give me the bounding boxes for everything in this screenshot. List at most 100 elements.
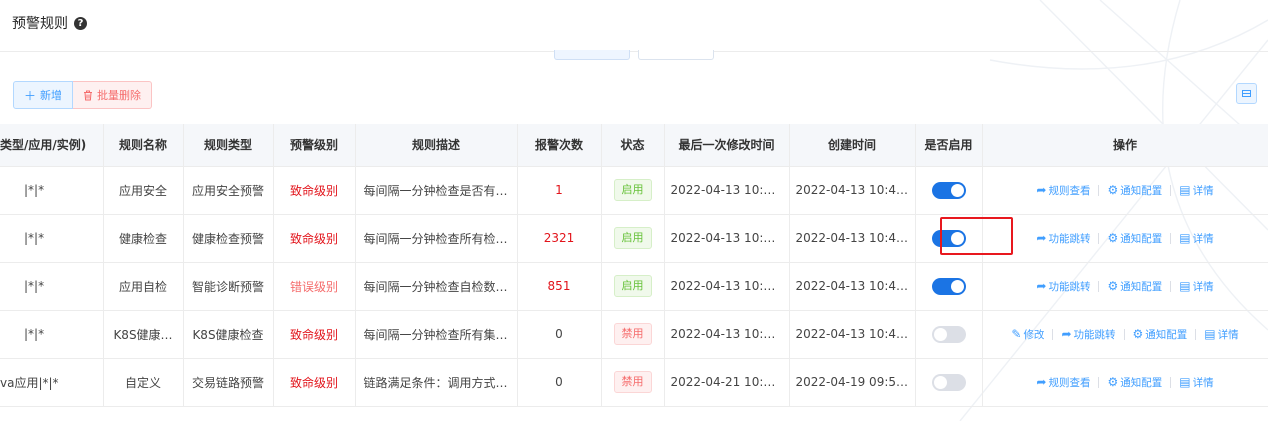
enabled-cell: [915, 358, 983, 407]
table-header-row: 类型/应用/实例) 规则名称 规则类型 预警级别 规则描述 报警次数 状态 最后…: [0, 124, 1268, 167]
action-link[interactable]: ▤ 详情: [1179, 231, 1213, 246]
alert-count-cell: 1: [517, 166, 602, 215]
actions-cell: ➦ 功能跳转 ⚙ 通知配置 ▤ 详情: [981, 214, 1268, 263]
action-link[interactable]: ➦ 功能跳转: [1061, 327, 1115, 342]
column-header-alert-level[interactable]: 预警级别: [273, 124, 356, 167]
action-link-label: 详情: [1192, 376, 1214, 389]
column-header-rule-type[interactable]: 规则类型: [183, 124, 274, 167]
action-divider: [1098, 232, 1100, 244]
document-icon: ▤: [1179, 375, 1191, 389]
action-link[interactable]: ⚙ 通知配置: [1107, 279, 1162, 294]
last-modified-cell: 2022-04-13 10:46…: [664, 214, 790, 263]
last-modified-cell: 2022-04-13 10:46…: [664, 166, 790, 215]
action-link[interactable]: ➦ 规则查看: [1036, 375, 1090, 390]
status-cell: 启用: [601, 262, 665, 311]
action-divider: [1195, 328, 1197, 340]
enable-toggle[interactable]: [931, 229, 966, 247]
action-divider: [1098, 376, 1100, 388]
scope-cell: |*|*: [0, 214, 104, 263]
description-cell: 每间隔一分钟检查所有检…: [355, 214, 518, 263]
share-icon: ➦: [1036, 183, 1047, 197]
hidden-tab-active[interactable]: [554, 50, 630, 60]
action-divider: [1098, 184, 1100, 196]
enable-toggle[interactable]: [931, 373, 966, 391]
action-link[interactable]: ▤ 详情: [1204, 327, 1238, 342]
action-link-label: 规则查看: [1048, 376, 1091, 389]
add-button[interactable]: ＋ 新增: [13, 81, 74, 109]
column-header-alert-count[interactable]: 报警次数: [517, 124, 602, 167]
alert-level-cell: 致命级别: [273, 358, 356, 407]
action-links: ✎ 修改 ➦ 功能跳转 ⚙ 通知配置 ▤ 详情: [989, 327, 1262, 342]
action-link-label: 详情: [1192, 280, 1214, 293]
gear-icon: ⚙: [1107, 375, 1119, 389]
rule-type-cell: K8S健康检查: [183, 310, 274, 359]
description-cell: 每间隔一分钟检查是否有…: [355, 166, 518, 215]
action-link[interactable]: ➦ 功能跳转: [1036, 279, 1090, 294]
column-header-scope[interactable]: 类型/应用/实例): [0, 124, 104, 167]
action-link[interactable]: ⚙ 通知配置: [1107, 375, 1162, 390]
enable-toggle[interactable]: [931, 277, 966, 295]
action-divider: [1170, 232, 1172, 244]
table-row: |*|* 应用安全 应用安全预警 致命级别 每间隔一分钟检查是否有… 1 启用 2022-04…: [0, 166, 1268, 215]
column-header-created[interactable]: 创建时间: [789, 124, 916, 167]
page-title: 预警规则 ?: [12, 13, 87, 33]
status-cell: 启用: [601, 166, 665, 215]
action-links: ➦ 功能跳转 ⚙ 通知配置 ▤ 详情: [989, 231, 1262, 246]
action-link-label: 修改: [1023, 328, 1045, 341]
document-icon: ▤: [1179, 279, 1191, 293]
page-title-text: 预警规则: [12, 16, 68, 32]
page: 预警规则 ? ＋ 新增 批量删除 类型/应用/实例) 规则名称 规则类型 预警级…: [0, 0, 1268, 421]
scope-cell: |*|*: [0, 310, 104, 359]
column-header-last-modified[interactable]: 最后一次修改时间: [664, 124, 790, 167]
alert-count-cell: 0: [517, 358, 602, 407]
document-icon: ▤: [1179, 231, 1191, 245]
enabled-cell: [915, 214, 983, 263]
action-links: ➦ 规则查看 ⚙ 通知配置 ▤ 详情: [989, 375, 1262, 390]
gear-icon: ⚙: [1107, 279, 1119, 293]
action-link-label: 通知配置: [1120, 184, 1163, 197]
action-link[interactable]: ▤ 详情: [1179, 183, 1213, 198]
action-link[interactable]: ▤ 详情: [1179, 279, 1213, 294]
action-link-label: 通知配置: [1120, 376, 1163, 389]
description-cell: 链路满足条件：调用方式…: [355, 358, 518, 407]
batch-delete-button-label: 批量删除: [97, 89, 142, 102]
alert-level-cell: 致命级别: [273, 310, 356, 359]
alert-rules-table: 类型/应用/实例) 规则名称 规则类型 预警级别 规则描述 报警次数 状态 最后…: [0, 124, 1268, 407]
action-link[interactable]: ➦ 规则查看: [1036, 183, 1090, 198]
action-divider: [1098, 280, 1100, 292]
share-icon: ➦: [1036, 231, 1047, 245]
action-link[interactable]: ➦ 功能跳转: [1036, 231, 1090, 246]
gear-icon: ⚙: [1132, 327, 1144, 341]
enable-toggle[interactable]: [931, 325, 966, 343]
gear-icon: ⚙: [1107, 183, 1119, 197]
action-link-label: 详情: [1192, 184, 1214, 197]
action-link[interactable]: ⚙ 通知配置: [1133, 327, 1188, 342]
created-cell: 2022-04-13 10:46…: [789, 166, 916, 215]
hidden-tab[interactable]: [638, 50, 714, 60]
column-header-rule-name[interactable]: 规则名称: [103, 124, 184, 167]
table-row: |*|* 健康检查 健康检查预警 致命级别 每间隔一分钟检查所有检… 2321 启用 2022…: [0, 214, 1268, 263]
document-icon: ▤: [1179, 183, 1191, 197]
column-settings-button[interactable]: [1236, 83, 1257, 104]
table-columns-icon: [1242, 90, 1251, 97]
action-links: ➦ 规则查看 ⚙ 通知配置 ▤ 详情: [989, 183, 1262, 198]
column-header-description[interactable]: 规则描述: [355, 124, 518, 167]
action-link[interactable]: ▤ 详情: [1179, 375, 1213, 390]
enable-toggle[interactable]: [931, 181, 966, 199]
last-modified-cell: 2022-04-21 10:52…: [664, 358, 790, 407]
page-header: 预警规则 ?: [0, 0, 1268, 52]
actions-cell: ➦ 功能跳转 ⚙ 通知配置 ▤ 详情: [981, 262, 1268, 311]
table-row: va应用|*|* 自定义 交易链路预警 致命级别 链路满足条件：调用方式… 0 禁用 2022…: [0, 358, 1268, 407]
batch-delete-button[interactable]: 批量删除: [73, 81, 153, 109]
action-link[interactable]: ⚙ 通知配置: [1107, 183, 1162, 198]
action-link[interactable]: ⚙ 通知配置: [1107, 231, 1162, 246]
action-link-label: 规则查看: [1048, 184, 1091, 197]
rule-name-cell: 应用自检: [103, 262, 184, 311]
column-header-status[interactable]: 状态: [601, 124, 665, 167]
question-circle-icon[interactable]: ?: [74, 16, 87, 30]
alert-count-cell: 851: [517, 262, 602, 311]
rule-type-cell: 智能诊断预警: [183, 262, 274, 311]
toolbar: ＋ 新增 批量删除: [13, 81, 153, 109]
column-header-enabled[interactable]: 是否启用: [915, 124, 983, 167]
action-link[interactable]: ✎ 修改: [1011, 327, 1044, 342]
